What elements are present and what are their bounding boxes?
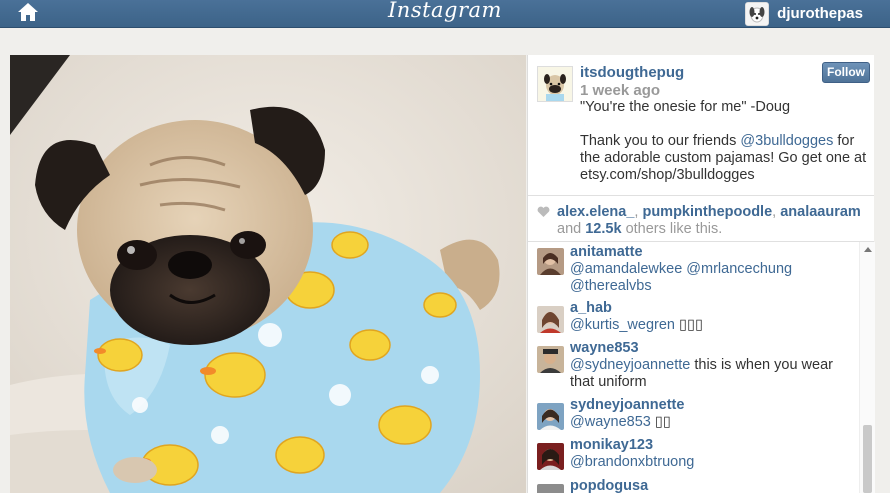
comments-list: anitamatte @amandalewkee @mrlancechung @… xyxy=(528,242,859,493)
follow-button[interactable]: Follow xyxy=(822,62,870,83)
comment-mentions[interactable]: @amandalewkee @mrlancechung @therealvbs xyxy=(570,261,792,294)
commenter-name[interactable]: wayne853 xyxy=(570,340,639,356)
comment-mentions[interactable]: @wayne853 xyxy=(570,414,651,430)
post-time[interactable]: 1 week ago xyxy=(580,82,660,99)
comment-mentions[interactable]: @sydneyjoannette xyxy=(570,357,690,373)
commenter-name[interactable]: anitamatte xyxy=(570,244,643,260)
owner-avatar[interactable] xyxy=(537,66,573,102)
current-username[interactable]: djurothepas xyxy=(777,5,863,22)
caption-text: Thank you to our friends xyxy=(580,133,741,149)
likes-section: alex.elena_, pumpkinthepoodle, analaaura… xyxy=(528,195,874,242)
comment-text: @kurtis_wegren ▯▯▯ xyxy=(570,317,855,334)
liker[interactable]: pumpkinthepoodle xyxy=(642,204,772,220)
commenter-avatar[interactable] xyxy=(537,403,564,430)
commenter-avatar[interactable] xyxy=(537,306,564,333)
commenter-avatar[interactable] xyxy=(537,484,564,493)
comment-mentions[interactable]: @brandonxbtruong xyxy=(570,454,694,470)
likers: alex.elena_, pumpkinthepoodle, analaaura… xyxy=(557,204,861,220)
commenter-avatar[interactable] xyxy=(537,346,564,373)
scroll-up-icon[interactable] xyxy=(864,247,872,252)
liker[interactable]: analaauram xyxy=(780,204,861,220)
likes-number[interactable]: 12.5k xyxy=(585,221,621,237)
commenter-name[interactable]: popdogusa xyxy=(570,478,648,493)
likes-count: and 12.5k others like this. xyxy=(557,221,722,237)
commenter-name[interactable]: sydneyjoannette xyxy=(570,397,684,413)
comment-body: ▯▯▯ xyxy=(679,317,703,333)
likes-and: and xyxy=(557,221,582,237)
comment-text: @sydneyjoannette this is when you wear t… xyxy=(570,357,855,391)
commenter-name[interactable]: a_hab xyxy=(570,300,612,316)
caption-mention[interactable]: @3bulldogges xyxy=(740,133,833,149)
comment-body: ▯▯ xyxy=(654,414,671,430)
comment-mentions[interactable]: @kurtis_wegren xyxy=(570,317,675,333)
post-panel: itsdougthepug 1 week ago Follow "You're … xyxy=(527,55,875,493)
post-caption: "You're the onesie for me" -Doug Thank y… xyxy=(580,99,872,184)
user-avatar[interactable] xyxy=(745,1,770,26)
owner-username[interactable]: itsdougthepug xyxy=(580,64,684,81)
likes-suffix: others like this. xyxy=(625,221,723,237)
heart-icon[interactable] xyxy=(537,206,550,218)
caption-paragraph: Thank you to our friends @3bulldogges fo… xyxy=(580,133,872,184)
top-bar: Instagram djurothepas xyxy=(0,0,890,28)
comment-text: @wayne853 ▯▯ xyxy=(570,414,855,431)
commenter-name[interactable]: monikay123 xyxy=(570,437,653,453)
post-photo[interactable] xyxy=(10,55,526,493)
commenter-avatar[interactable] xyxy=(537,248,564,275)
comment-text: @amandalewkee @mrlancechung @therealvbs xyxy=(570,261,855,295)
post-header: itsdougthepug 1 week ago Follow "You're … xyxy=(528,55,874,196)
comment-text: @brandonxbtruong xyxy=(570,454,855,471)
comments-scrollbar[interactable] xyxy=(859,242,875,493)
commenter-avatar[interactable] xyxy=(537,443,564,470)
liker[interactable]: alex.elena_ xyxy=(557,204,634,220)
scrollbar-thumb[interactable] xyxy=(863,425,872,493)
caption-line: "You're the onesie for me" -Doug xyxy=(580,99,791,115)
user-menu[interactable]: djurothepas xyxy=(745,0,863,27)
